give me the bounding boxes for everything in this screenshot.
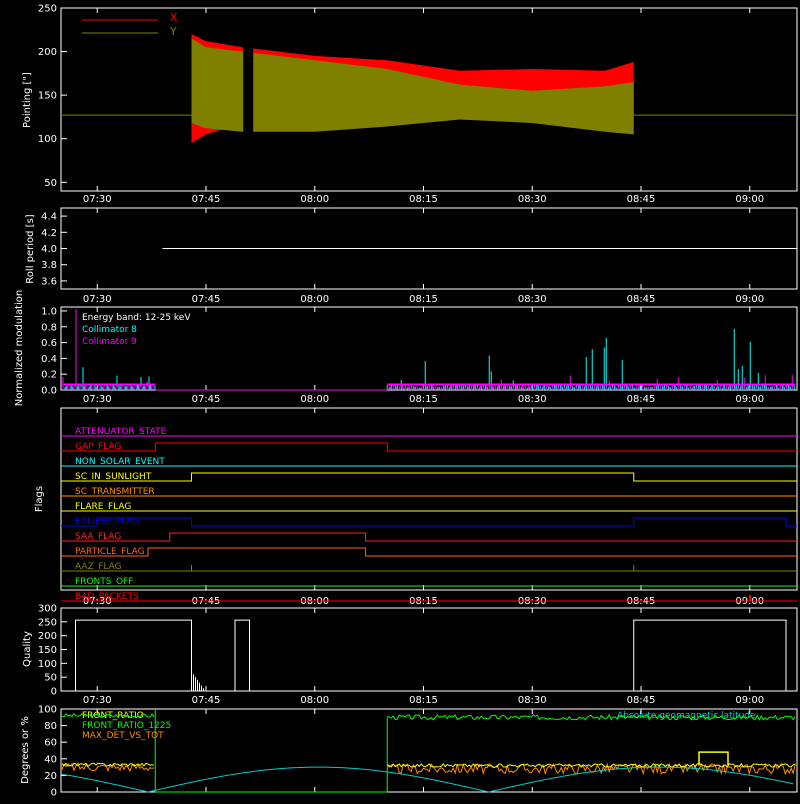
time-tick-label: 09:00: [735, 194, 764, 205]
time-tick-label: 09:00: [735, 695, 764, 706]
ratios-ylabel: Degrees or %: [20, 716, 31, 784]
chart-marks: 07:30 07:45 08:00 08:15 08:30 08:45 09:00 07:30…: [38, 4, 797, 799]
legend-x-label: X: [170, 11, 178, 24]
y-tick-label: 4.2: [41, 228, 57, 239]
time-tick-label: 08:30: [518, 194, 547, 205]
time-tick-label: 08:15: [409, 294, 438, 305]
pointing-data-gap: [243, 38, 254, 178]
legend-max-det: MAX_DET_VS_TOT: [82, 731, 164, 741]
front-ratio-bump: [698, 751, 729, 766]
y-tick-label: 250: [38, 4, 57, 15]
quality-ylabel: Quality: [22, 631, 33, 667]
flag-line: [61, 517, 797, 527]
orbit-summary-figure: Pointing ["] Roll period [s] Normalized …: [0, 0, 800, 800]
flags-ylabel: Flags: [34, 486, 45, 512]
time-tick-label: 08:00: [300, 294, 329, 305]
time-tick-label: 08:15: [409, 394, 438, 405]
time-tick-label: 07:30: [83, 294, 112, 305]
y-tick-label: 150: [38, 645, 57, 656]
y-tick-label: 100: [38, 705, 57, 716]
time-tick-label: 08:45: [627, 294, 656, 305]
time-tick-label: 07:30: [83, 194, 112, 205]
y-tick-label: 40: [44, 754, 57, 765]
time-tick-label: 08:30: [518, 695, 547, 706]
flags-panel-frame: [60, 407, 798, 591]
flag-line: [61, 532, 797, 542]
y-tick-label: 0.2: [41, 370, 57, 381]
time-tick-label: 07:45: [192, 695, 221, 706]
y-tick-label: 3.8: [41, 260, 57, 271]
time-tick-label: 08:15: [409, 194, 438, 205]
y-tick-label: 3.6: [41, 276, 57, 287]
time-tick-label: 07:30: [83, 394, 112, 405]
y-tick-label: 200: [38, 47, 57, 58]
flag-line: [61, 472, 797, 482]
time-tick-label: 07:45: [192, 394, 221, 405]
roll-ylabel: Roll period [s]: [25, 214, 36, 283]
y-tick-label: 80: [44, 721, 57, 732]
y-tick-label: 100: [38, 659, 57, 670]
time-tick-label: 08:30: [518, 294, 547, 305]
y-tick-label: 0.4: [41, 354, 57, 365]
y-tick-label: 4.0: [41, 244, 57, 255]
y-tick-label: 4.4: [41, 212, 57, 223]
time-tick-label: 07:45: [192, 294, 221, 305]
time-tick-label: 08:00: [300, 394, 329, 405]
time-tick-label: 08:45: [627, 394, 656, 405]
y-tick-label: 150: [38, 91, 57, 102]
time-tick-label: 08:45: [627, 695, 656, 706]
y-tick-label: 200: [38, 631, 57, 642]
front-ratio-line: [387, 762, 796, 768]
time-tick-label: 07:45: [192, 194, 221, 205]
time-tick-label: 07:30: [83, 695, 112, 706]
flag-line: [61, 547, 797, 557]
y-tick-label: 250: [38, 617, 57, 628]
y-tick-label: 50: [44, 673, 57, 684]
flag-line: [61, 442, 797, 452]
time-tick-label: 08:15: [409, 695, 438, 706]
legend-geomag: Absolute geomagnetic latitude: [617, 711, 756, 721]
ratios-panel-frame: [60, 708, 798, 793]
time-tick-label: 09:00: [735, 294, 764, 305]
y-tick-label: 1.0: [41, 306, 57, 317]
y-tick-label: 60: [44, 738, 57, 749]
y-tick-label: 300: [38, 604, 57, 615]
time-tick-label: 09:00: [735, 394, 764, 405]
y-tick-label: 0.0: [41, 386, 57, 397]
y-tick-label: 0.8: [41, 322, 57, 333]
figure-canvas: Pointing ["] Roll period [s] Normalized …: [14, 4, 798, 799]
modulation-ylabel: Normalized modulation: [14, 290, 25, 407]
energy-band-annotation: Energy band: 12-25 keV: [82, 313, 191, 323]
y-tick-label: 0.6: [41, 338, 57, 349]
time-tick-label: 08:45: [627, 194, 656, 205]
y-tick-label: 100: [38, 134, 57, 145]
legend-y-label: Y: [169, 25, 177, 38]
legend-collimator8: Collimator 8: [82, 325, 137, 335]
y-tick-label: 0: [51, 687, 57, 698]
time-tick-label: 08:00: [300, 695, 329, 706]
y-tick-label: 50: [44, 178, 57, 189]
y-tick-label: 0: [51, 788, 57, 799]
time-tick-label: 08:30: [518, 394, 547, 405]
pointing-ylabel: Pointing ["]: [22, 72, 33, 128]
time-tick-label: 08:00: [300, 194, 329, 205]
quality-line: [75, 619, 787, 691]
legend-collimator9: Collimator 9: [82, 337, 137, 347]
legend-front-ratio-1225: FRONT_RATIO_1225: [82, 721, 171, 731]
y-tick-label: 20: [44, 771, 57, 782]
